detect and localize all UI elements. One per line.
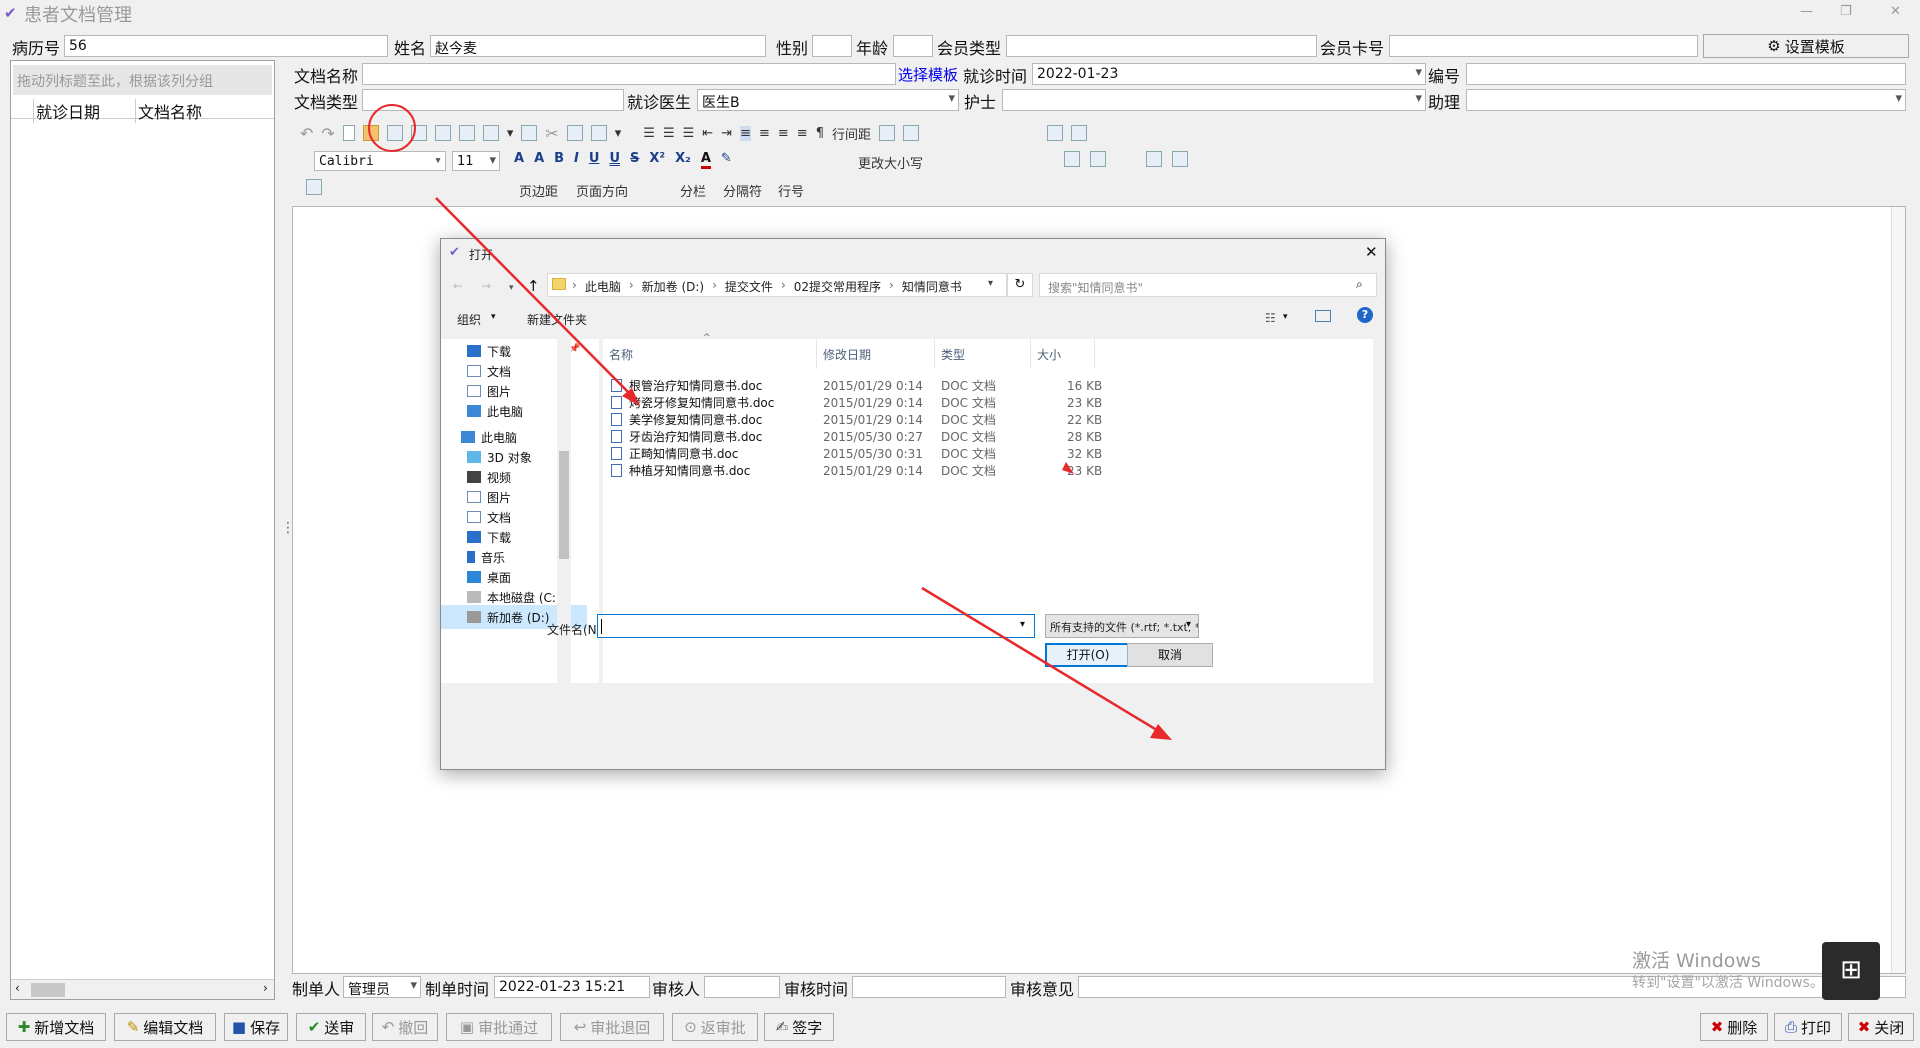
creator-label: 制单人 — [292, 980, 341, 999]
add-icon: ✚ — [17, 1018, 31, 1036]
reject-button[interactable]: ↩ 审批退回 — [560, 1013, 664, 1041]
edit-doc-button[interactable]: ✎ 编辑文档 — [114, 1013, 216, 1041]
close-button[interactable]: ✖ 关闭 — [1848, 1013, 1914, 1041]
back-approve-icon: ⊙ — [684, 1018, 697, 1036]
approve-button[interactable]: ▣ 审批通过 — [446, 1013, 552, 1041]
reject-icon: ↩ — [573, 1018, 587, 1036]
create-time-label: 制单时间 — [425, 980, 490, 999]
save-button[interactable]: ■ 保存 — [224, 1013, 288, 1041]
save-icon: ■ — [231, 1018, 247, 1036]
review-time-label: 审核时间 — [784, 980, 849, 999]
arrowhead-file — [622, 388, 640, 406]
action-bar: ✚ 新增文档 ✎ 编辑文档 ■ 保存 ✔ 送审 ↶ 撤回 ▣ 审批通过 ↩ 审批退回 ⊙ 返审批… — [0, 1005, 1920, 1048]
print-button[interactable]: ⎙ 打印 — [1774, 1013, 1842, 1041]
delete-button[interactable]: ✖ 删除 — [1700, 1013, 1768, 1041]
review-opinion-label: 审核意见 — [1010, 980, 1075, 999]
reviewer-field[interactable] — [704, 976, 780, 998]
print-icon: ⎙ — [1784, 1018, 1797, 1036]
close-icon: ✖ — [1857, 1018, 1871, 1036]
arrow-to-file — [435, 197, 633, 397]
back-approve-button[interactable]: ⊙ 返审批 — [672, 1013, 758, 1041]
activation-watermark-title: 激活 Windows — [1632, 950, 1761, 972]
new-document-fab-icon[interactable]: ⊞ — [1822, 942, 1880, 1000]
check-icon: ✔ — [307, 1018, 321, 1036]
revoke-button[interactable]: ↶ 撤回 — [372, 1013, 438, 1041]
create-time-field[interactable]: 2022-01-23 15:21 — [494, 976, 650, 998]
submit-review-button[interactable]: ✔ 送审 — [296, 1013, 366, 1041]
arrowhead-open — [1150, 724, 1172, 740]
arrow-to-open — [921, 586, 1161, 734]
sign-icon: ✍ — [775, 1018, 789, 1036]
sign-button[interactable]: ✍ 签字 — [764, 1013, 834, 1041]
approve-icon: ▣ — [459, 1018, 475, 1036]
revoke-icon: ↶ — [381, 1018, 395, 1036]
edit-icon: ✎ — [126, 1018, 140, 1036]
activation-watermark-sub: 转到"设置"以激活 Windows。 — [1632, 975, 1824, 991]
arrowhead-type — [1062, 462, 1074, 474]
reviewer-label: 审核人 — [652, 980, 701, 999]
review-time-field[interactable] — [852, 976, 1006, 998]
new-doc-button[interactable]: ✚ 新增文档 — [6, 1013, 106, 1041]
delete-icon: ✖ — [1710, 1018, 1724, 1036]
annotation-arrows — [435, 197, 1172, 740]
creator-field[interactable]: 管理员 — [343, 976, 421, 998]
